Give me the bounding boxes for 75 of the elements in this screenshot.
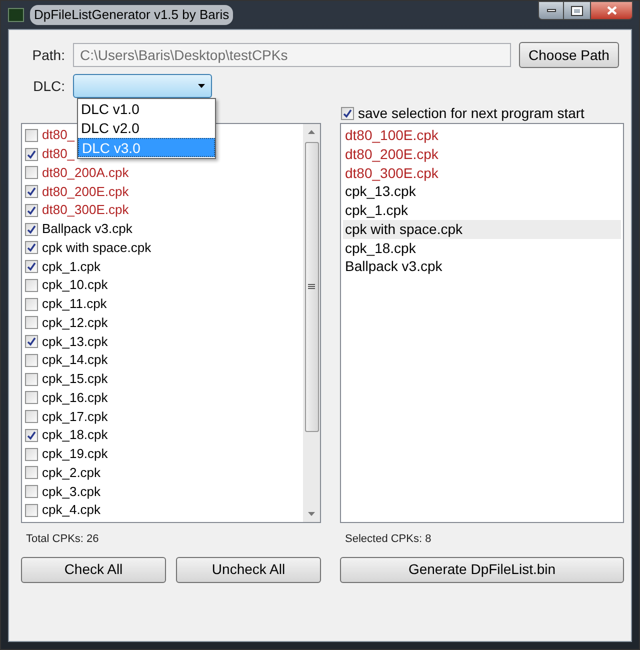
checkbox[interactable] (25, 485, 38, 498)
scrollbar[interactable] (303, 124, 320, 522)
cpk-item[interactable]: dt80_ (42, 145, 75, 164)
cpk-item[interactable]: cpk with space.cpk (42, 238, 152, 257)
checkbox[interactable] (25, 448, 38, 461)
checkbox[interactable] (25, 410, 38, 424)
check-all-button[interactable]: Check All (21, 556, 166, 582)
choose-path-button[interactable]: Choose Path (519, 42, 619, 68)
dlc-dropdown[interactable] (73, 74, 212, 98)
path-label: Path: (31, 46, 65, 64)
checkbox[interactable] (25, 391, 38, 404)
scroll-up-icon (308, 130, 315, 134)
checkbox[interactable] (25, 428, 38, 442)
cpk-item[interactable]: cpk_19.cpk (42, 445, 108, 464)
checkbox[interactable] (25, 166, 38, 180)
path-field[interactable]: C:\Users\Baris\Desktop\testCPKs (73, 43, 511, 67)
checkbox[interactable] (341, 106, 354, 120)
cpk-item[interactable]: cpk_4.cpk (42, 501, 101, 520)
scroll-thumb[interactable] (304, 142, 318, 432)
window-title: DpFileListGenerator v1.5 by Baris (30, 5, 234, 25)
checkbox[interactable] (25, 466, 38, 480)
generate-button[interactable]: Generate DpFileList.bin (340, 556, 624, 582)
selected-item[interactable]: dt80_200E.cpk (343, 144, 621, 164)
cpk-item[interactable]: cpk_3.cpk (42, 482, 101, 501)
cpk-item[interactable]: cpk_11.cpk (42, 295, 107, 314)
checkbox[interactable] (25, 241, 38, 254)
cpk-item[interactable]: dt80_200E.cpk (42, 182, 129, 201)
checkbox[interactable] (25, 204, 38, 217)
cpk-item[interactable]: cpk_15.cpk (42, 370, 108, 388)
checkbox[interactable] (25, 335, 38, 348)
close-button[interactable] (590, 1, 633, 20)
cpk-item[interactable]: dt80_ (42, 126, 75, 144)
checkbox[interactable] (25, 185, 38, 198)
checkbox[interactable] (25, 278, 38, 292)
close-icon (606, 6, 616, 15)
cpk-item[interactable]: Ballpack v3.cpk (42, 220, 132, 238)
checkbox[interactable] (25, 372, 38, 386)
cpk-item[interactable]: cpk_13.cpk (42, 332, 108, 351)
checkbox[interactable] (25, 316, 38, 330)
cpk-item[interactable]: cpk_2.cpk (42, 464, 101, 482)
maximize-button[interactable] (564, 1, 590, 20)
cpk-item[interactable]: dt80_300E.cpk (42, 201, 129, 220)
checkbox[interactable] (25, 298, 38, 311)
cpk-item[interactable]: cpk_17.cpk (42, 408, 108, 426)
checkbox[interactable] (25, 222, 38, 236)
dlc-option[interactable]: DLC v2.0 (78, 119, 215, 138)
uncheck-all-button[interactable]: Uncheck All (176, 556, 321, 582)
checkbox[interactable] (25, 260, 38, 274)
selected-item[interactable]: dt80_100E.cpk (343, 126, 621, 145)
caret-icon (198, 84, 205, 88)
selected-item[interactable]: dt80_300E.cpk (343, 164, 621, 182)
selected-count: Selected CPKs: 8 (345, 532, 432, 547)
checkbox[interactable] (25, 128, 38, 142)
cpk-item[interactable]: cpk_12.cpk (42, 314, 108, 332)
minimize-button[interactable] (538, 1, 564, 20)
selected-item[interactable]: cpk_13.cpk (343, 182, 621, 201)
app-icon (8, 8, 24, 22)
cpk-item[interactable]: cpk_18.cpk (42, 426, 108, 444)
selected-item[interactable]: Ballpack v3.cpk (343, 257, 621, 276)
cpk-item[interactable]: cpk_16.cpk (42, 388, 108, 407)
selected-item[interactable]: cpk_1.cpk (343, 201, 621, 220)
checkbox[interactable] (25, 504, 38, 517)
cpk-item[interactable]: cpk_10.cpk (42, 276, 108, 294)
selected-item[interactable]: cpk_18.cpk (343, 238, 621, 258)
cpk-item[interactable]: cpk_14.cpk (42, 351, 108, 370)
checkbox[interactable] (25, 354, 38, 367)
total-count: Total CPKs: 26 (26, 532, 100, 547)
cpk-item[interactable]: cpk_1.cpk (42, 258, 101, 276)
selected-item[interactable]: cpk with space.cpk (343, 220, 621, 238)
scroll-down-icon (308, 512, 315, 516)
cpk-item[interactable]: dt80_200A.cpk (42, 164, 129, 182)
dlc-label: DLC: (32, 76, 65, 96)
checkbox[interactable] (25, 148, 38, 161)
dlc-option[interactable]: DLC v1.0 (78, 100, 215, 119)
save-selection-label[interactable]: save selection for next program start (358, 102, 584, 124)
